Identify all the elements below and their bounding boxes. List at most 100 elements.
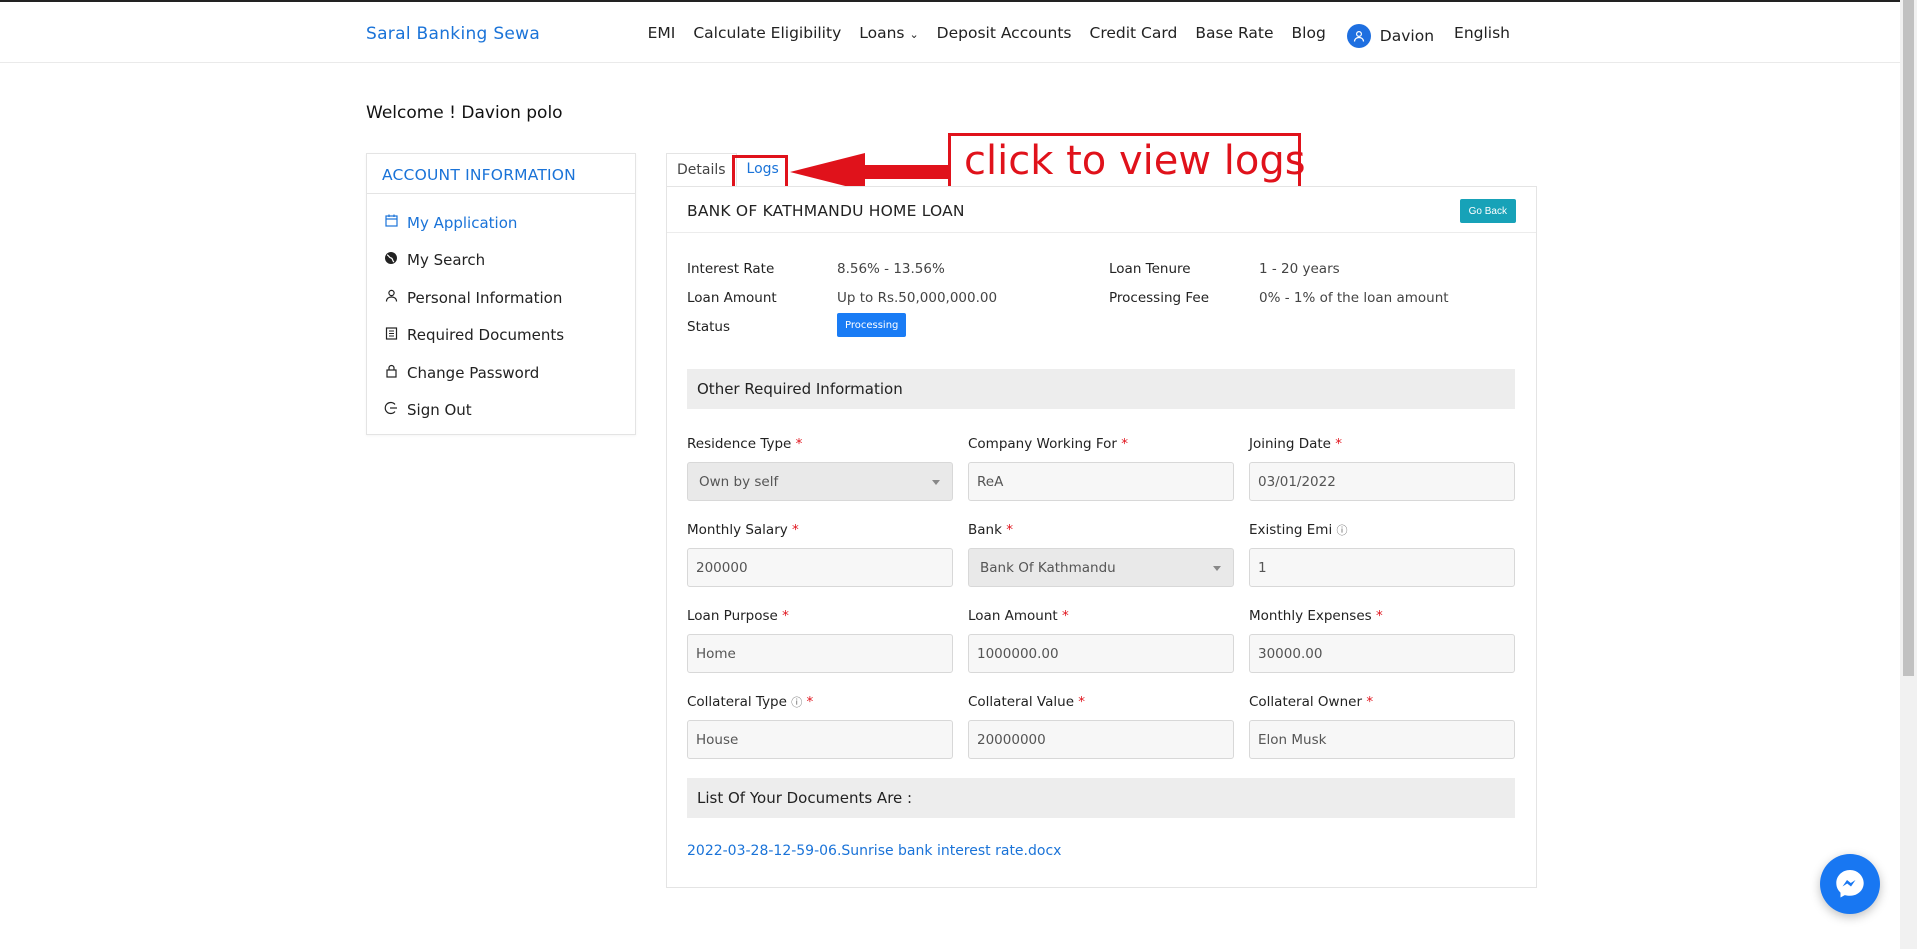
status-label: Status bbox=[687, 319, 731, 335]
interest-rate-value: 8.56% - 13.56% bbox=[837, 261, 945, 277]
globe-icon bbox=[383, 251, 399, 269]
company-input[interactable]: ReA bbox=[968, 462, 1234, 501]
user-icon bbox=[1346, 24, 1371, 48]
field-label: Collateral Type ⓘ * bbox=[687, 694, 814, 710]
existing-emi-input[interactable]: 1 bbox=[1249, 548, 1515, 587]
nav-user-menu[interactable]: Davion bbox=[1346, 24, 1435, 48]
top-navbar: Saral Banking Sewa EMI Calculate Eligibi… bbox=[0, 2, 1900, 63]
processing-fee-value: 0% - 1% of the loan amount bbox=[1259, 290, 1449, 306]
residence-type-select[interactable]: Own by self bbox=[687, 462, 953, 501]
collateral-owner-input[interactable]: Elon Musk bbox=[1249, 720, 1515, 759]
sidebar-item-sign-out[interactable]: Sign Out bbox=[383, 392, 635, 430]
monthly-salary-input[interactable]: 200000 bbox=[687, 548, 953, 587]
document-icon bbox=[383, 327, 399, 344]
nav-blog[interactable]: Blog bbox=[1292, 24, 1326, 48]
collateral-type-field: Collateral Type ⓘ * House bbox=[687, 694, 953, 759]
monthly-salary-field: Monthly Salary * 200000 bbox=[687, 522, 953, 587]
loan-tenure-label: Loan Tenure bbox=[1109, 261, 1191, 277]
collateral-owner-field: Collateral Owner * Elon Musk bbox=[1249, 694, 1515, 759]
field-label: Collateral Value * bbox=[968, 694, 1086, 710]
chevron-down-icon bbox=[1213, 566, 1221, 571]
summary-row: Interest Rate 8.56% - 13.56% Loan Tenure… bbox=[687, 261, 1517, 281]
nav-credit-card[interactable]: Credit Card bbox=[1090, 24, 1178, 48]
go-back-button[interactable]: Go Back bbox=[1459, 199, 1516, 223]
welcome-message: Welcome ! Davion polo bbox=[366, 103, 563, 123]
loan-amount-label: Loan Amount bbox=[687, 290, 777, 306]
user-name: Davion bbox=[1379, 27, 1435, 45]
nav-deposit-accounts[interactable]: Deposit Accounts bbox=[937, 24, 1072, 48]
nav-loans[interactable]: Loans ⌄ bbox=[859, 24, 918, 48]
tab-details[interactable]: Details bbox=[666, 153, 737, 187]
scrollbar-thumb[interactable] bbox=[1903, 0, 1914, 676]
messenger-icon bbox=[1836, 870, 1864, 898]
field-label: Bank * bbox=[968, 522, 1013, 538]
field-label: Monthly Salary * bbox=[687, 522, 799, 538]
loan-amount-field: Loan Amount * 1000000.00 bbox=[968, 608, 1234, 673]
monthly-expenses-field: Monthly Expenses * 30000.00 bbox=[1249, 608, 1515, 673]
documents-section-title: List Of Your Documents Are : bbox=[687, 778, 1515, 818]
sidebar-item-personal-information[interactable]: Personal Information bbox=[383, 279, 635, 317]
loan-amount-input[interactable]: 1000000.00 bbox=[968, 634, 1234, 673]
existing-emi-field: Existing Emi ⓘ 1 bbox=[1249, 522, 1515, 587]
language-selector[interactable]: English bbox=[1454, 24, 1510, 48]
nav-emi[interactable]: EMI bbox=[648, 24, 676, 48]
sidebar-item-my-search[interactable]: My Search bbox=[383, 242, 635, 280]
nav-base-rate[interactable]: Base Rate bbox=[1195, 24, 1273, 48]
summary-row: Loan Amount Up to Rs.50,000,000.00 Proce… bbox=[687, 290, 1517, 310]
messenger-chat-button[interactable] bbox=[1820, 854, 1880, 914]
interest-rate-label: Interest Rate bbox=[687, 261, 775, 277]
sidebar-item-my-application[interactable]: My Application bbox=[383, 204, 635, 242]
document-link[interactable]: 2022-03-28-12-59-06.Sunrise bank interes… bbox=[687, 843, 1061, 859]
loan-detail-panel: BANK OF KATHMANDU HOME LOAN Go Back Inte… bbox=[666, 186, 1537, 888]
loan-purpose-input[interactable]: Home bbox=[687, 634, 953, 673]
brand-logo[interactable]: Saral Banking Sewa bbox=[366, 24, 540, 44]
nav-loans-label: Loans bbox=[859, 24, 905, 42]
sidebar-item-label: Personal Information bbox=[407, 288, 563, 307]
loan-purpose-field: Loan Purpose * Home bbox=[687, 608, 953, 673]
collateral-type-input[interactable]: House bbox=[687, 720, 953, 759]
field-label: Loan Purpose * bbox=[687, 608, 789, 624]
sidebar-item-label: Sign Out bbox=[407, 401, 472, 420]
field-label: Monthly Expenses * bbox=[1249, 608, 1383, 624]
logs-highlight-box bbox=[732, 155, 788, 189]
calendar-icon bbox=[383, 214, 399, 231]
status-badge: Processing bbox=[837, 313, 907, 337]
field-label: Residence Type * bbox=[687, 436, 803, 452]
residence-type-field: Residence Type * Own by self bbox=[687, 436, 953, 501]
loan-tenure-value: 1 - 20 years bbox=[1259, 261, 1340, 277]
main-nav: EMI Calculate Eligibility Loans ⌄ Deposi… bbox=[648, 24, 1510, 48]
sidebar-item-label: My Application bbox=[407, 213, 518, 232]
info-icon[interactable]: ⓘ bbox=[791, 696, 802, 709]
sidebar-item-label: Change Password bbox=[407, 363, 540, 382]
sign-out-icon bbox=[383, 401, 399, 419]
field-label: Existing Emi ⓘ bbox=[1249, 522, 1348, 538]
loan-amount-value: Up to Rs.50,000,000.00 bbox=[837, 290, 998, 306]
sidebar-item-change-password[interactable]: Change Password bbox=[383, 354, 635, 392]
field-label: Joining Date * bbox=[1249, 436, 1343, 452]
collateral-value-field: Collateral Value * 20000000 bbox=[968, 694, 1234, 759]
bank-field: Bank * Bank Of Kathmandu bbox=[968, 522, 1234, 587]
sidebar-item-required-documents[interactable]: Required Documents bbox=[383, 317, 635, 355]
collateral-value-input[interactable]: 20000000 bbox=[968, 720, 1234, 759]
joining-date-input[interactable]: 03/01/2022 bbox=[1249, 462, 1515, 501]
account-sidebar: ACCOUNT INFORMATION My Application My Se… bbox=[366, 153, 636, 435]
sidebar-title: ACCOUNT INFORMATION bbox=[367, 154, 635, 194]
chevron-down-icon: ⌄ bbox=[909, 28, 919, 41]
lock-icon bbox=[383, 364, 399, 382]
info-icon[interactable]: ⓘ bbox=[1337, 524, 1348, 537]
monthly-expenses-input[interactable]: 30000.00 bbox=[1249, 634, 1515, 673]
other-info-section-title: Other Required Information bbox=[687, 369, 1515, 409]
joining-date-field: Joining Date * 03/01/2022 bbox=[1249, 436, 1515, 501]
field-label: Company Working For * bbox=[968, 436, 1129, 452]
nav-calculate-eligibility[interactable]: Calculate Eligibility bbox=[693, 24, 841, 48]
summary-row: Status Processing bbox=[687, 313, 1517, 339]
sidebar-item-label: My Search bbox=[407, 251, 486, 270]
field-label: Loan Amount * bbox=[968, 608, 1069, 624]
panel-header: BANK OF KATHMANDU HOME LOAN Go Back bbox=[667, 187, 1536, 233]
sidebar-item-label: Required Documents bbox=[407, 326, 565, 345]
page-scrollbar[interactable] bbox=[1900, 0, 1917, 949]
bank-select[interactable]: Bank Of Kathmandu bbox=[968, 548, 1234, 587]
field-label: Collateral Owner * bbox=[1249, 694, 1374, 710]
chevron-down-icon bbox=[932, 480, 940, 485]
company-field: Company Working For * ReA bbox=[968, 436, 1234, 501]
